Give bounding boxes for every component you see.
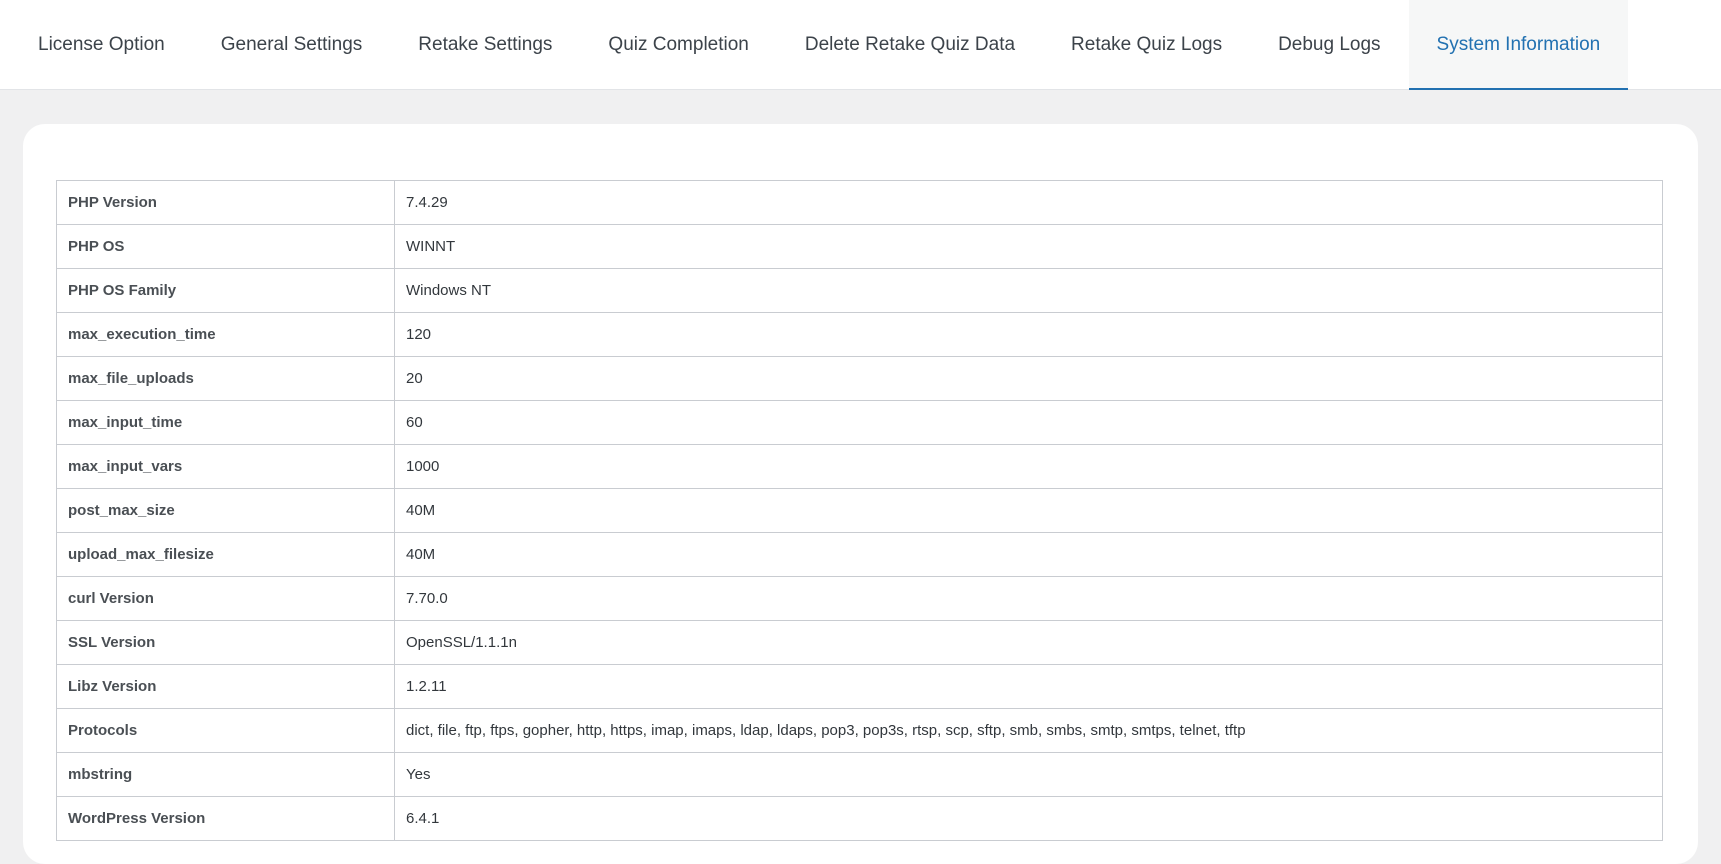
- tab-label: Retake Settings: [418, 34, 553, 55]
- setting-value: 6.4.1: [394, 796, 1663, 841]
- tab-delete-retake-quiz-data[interactable]: Delete Retake Quiz Data: [777, 0, 1043, 90]
- setting-value: WINNT: [394, 224, 1663, 269]
- tab-general-settings[interactable]: General Settings: [193, 0, 391, 90]
- tab-retake-settings[interactable]: Retake Settings: [390, 0, 580, 90]
- setting-name: max_file_uploads: [56, 356, 395, 401]
- setting-name: PHP OS: [56, 224, 395, 269]
- setting-value: 60: [394, 400, 1663, 445]
- setting-name: PHP Version: [56, 180, 395, 225]
- setting-value: 1000: [394, 444, 1663, 489]
- tab-system-information[interactable]: System Information: [1408, 0, 1629, 90]
- setting-value: Yes: [394, 752, 1663, 797]
- tab-license-option[interactable]: License Option: [10, 0, 193, 90]
- setting-name: post_max_size: [56, 488, 395, 533]
- setting-name: WordPress Version: [56, 796, 395, 841]
- table-row: post_max_size 40M: [56, 488, 1663, 533]
- tab-label: Delete Retake Quiz Data: [804, 34, 1016, 55]
- table-row: SSL Version OpenSSL/1.1.1n: [56, 620, 1663, 665]
- tab-quiz-completion[interactable]: Quiz Completion: [580, 0, 776, 90]
- tab-label: General Settings: [220, 34, 363, 55]
- table-row: max_input_vars 1000: [56, 444, 1663, 489]
- table-row: Protocols dict, file, ftp, ftps, gopher, …: [56, 708, 1663, 753]
- setting-name: max_input_vars: [56, 444, 395, 489]
- table-row: PHP Version 7.4.29: [56, 180, 1663, 225]
- setting-name: PHP OS Family: [56, 268, 395, 313]
- setting-name: mbstring: [56, 752, 395, 797]
- setting-value: 120: [394, 312, 1663, 357]
- system-information-table: PHP Version 7.4.29 PHP OS WINNT PHP OS Famil…: [56, 180, 1663, 841]
- setting-value: Windows NT: [394, 268, 1663, 313]
- table-row: max_execution_time 120: [56, 312, 1663, 357]
- settings-tabs: License Option General Settings Retake Set…: [0, 0, 1721, 90]
- tab-label: License Option: [38, 34, 165, 55]
- setting-name: curl Version: [56, 576, 395, 621]
- setting-name: SSL Version: [56, 620, 395, 665]
- tab-retake-quiz-logs[interactable]: Retake Quiz Logs: [1043, 0, 1250, 90]
- setting-value: 40M: [394, 532, 1663, 577]
- tab-label: Debug Logs: [1278, 34, 1381, 55]
- setting-value: 7.4.29: [394, 180, 1663, 225]
- tab-label: System Information: [1436, 34, 1601, 55]
- setting-value: OpenSSL/1.1.1n: [394, 620, 1663, 665]
- setting-value: 1.2.11: [394, 664, 1663, 709]
- setting-value: 7.70.0: [394, 576, 1663, 621]
- setting-name: max_input_time: [56, 400, 395, 445]
- table-row: max_input_time 60: [56, 400, 1663, 445]
- table-row: upload_max_filesize 40M: [56, 532, 1663, 577]
- table-row: Libz Version 1.2.11: [56, 664, 1663, 709]
- tab-debug-logs[interactable]: Debug Logs: [1250, 0, 1408, 90]
- table-row: mbstring Yes: [56, 752, 1663, 797]
- table-row: max_file_uploads 20: [56, 356, 1663, 401]
- setting-value: 20: [394, 356, 1663, 401]
- setting-value: dict, file, ftp, ftps, gopher, http, htt…: [394, 708, 1663, 753]
- system-information-panel: PHP Version 7.4.29 PHP OS WINNT PHP OS Famil…: [23, 124, 1698, 864]
- table-row: PHP OS Family Windows NT: [56, 268, 1663, 313]
- settings-tab-bar: License Option General Settings Retake Set…: [0, 0, 1721, 90]
- table-row: curl Version 7.70.0: [56, 576, 1663, 621]
- setting-name: Libz Version: [56, 664, 395, 709]
- tab-label: Quiz Completion: [608, 34, 749, 55]
- setting-name: upload_max_filesize: [56, 532, 395, 577]
- table-row: PHP OS WINNT: [56, 224, 1663, 269]
- table-row: WordPress Version 6.4.1: [56, 796, 1663, 841]
- setting-value: 40M: [394, 488, 1663, 533]
- tab-label: Retake Quiz Logs: [1071, 34, 1223, 55]
- setting-name: Protocols: [56, 708, 395, 753]
- setting-name: max_execution_time: [56, 312, 395, 357]
